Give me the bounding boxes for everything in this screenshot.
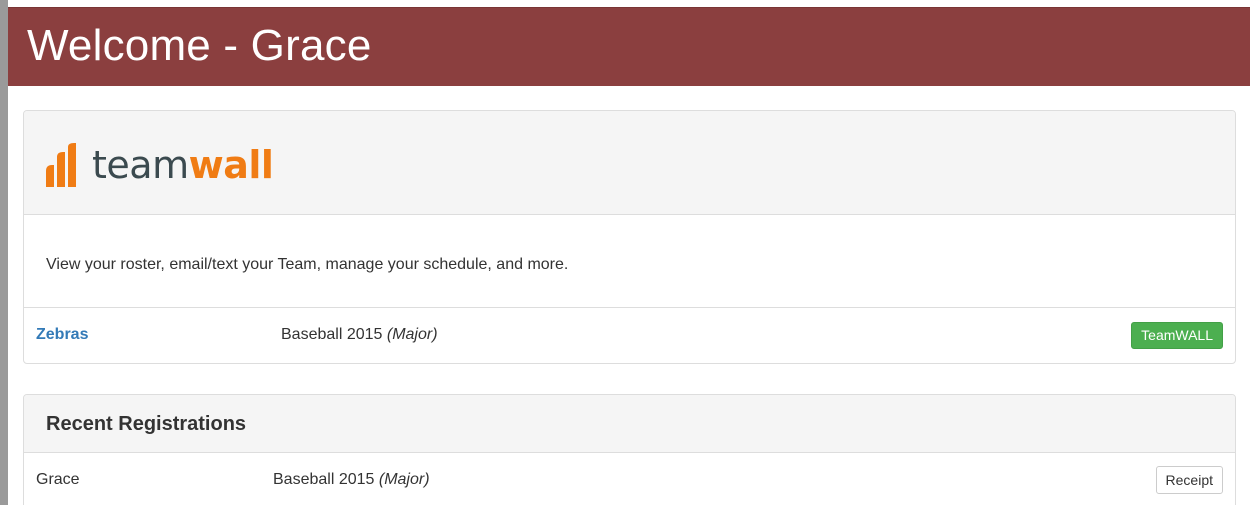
teamwall-bars-icon <box>46 143 76 187</box>
welcome-header: Welcome - Grace <box>8 7 1250 86</box>
recent-registrations-header: Recent Registrations <box>24 395 1235 453</box>
team-link-zebras[interactable]: Zebras <box>36 325 88 345</box>
team-division: (Major) <box>386 326 438 343</box>
logo-word-wall: wall <box>188 143 274 187</box>
team-season-name: Baseball 2015 <box>281 326 383 343</box>
teamwall-logo: teamwall <box>44 141 274 189</box>
registration-division: (Major) <box>378 471 430 488</box>
receipt-button[interactable]: Receipt <box>1155 466 1223 494</box>
page: Welcome - Grace teamwall View your roste… <box>0 0 1250 505</box>
team-row: Zebras Baseball 2015 (Major) TeamWALL <box>24 308 1235 363</box>
teamwall-button[interactable]: TeamWALL <box>1131 322 1223 349</box>
registrant-name: Grace <box>36 471 80 488</box>
teamwall-panel: teamwall View your roster, email/text yo… <box>23 110 1236 364</box>
team-season: Baseball 2015 (Major) <box>281 325 438 345</box>
teamwall-wordmark: teamwall <box>92 143 274 187</box>
logo-word-team: team <box>92 143 189 187</box>
page-title: Welcome - Grace <box>27 21 372 70</box>
teamwall-panel-header: teamwall <box>24 111 1235 215</box>
left-border <box>0 0 8 505</box>
recent-registrations-title: Recent Registrations <box>46 413 247 435</box>
registration-season: Baseball 2015 (Major) <box>273 470 430 490</box>
registration-season-name: Baseball 2015 <box>273 471 375 488</box>
registration-row: Grace Baseball 2015 (Major) Receipt <box>24 453 1235 505</box>
teamwall-panel-body: View your roster, email/text your Team, … <box>24 215 1235 308</box>
recent-registrations-panel: Recent Registrations Grace Baseball 2015… <box>23 394 1236 505</box>
teamwall-description: View your roster, email/text your Team, … <box>46 256 569 273</box>
